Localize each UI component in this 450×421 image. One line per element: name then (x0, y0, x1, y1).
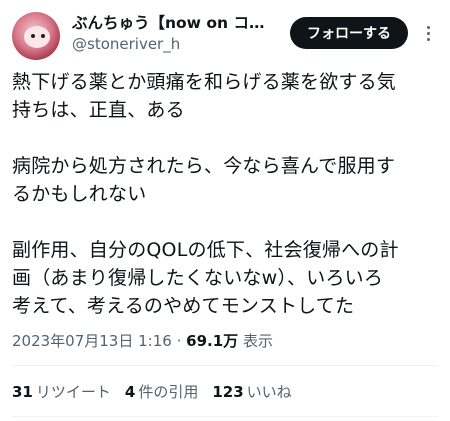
avatar-eye (31, 34, 35, 38)
follow-button[interactable]: フォローする (290, 17, 408, 49)
like-label: いいね (246, 383, 292, 401)
quotes-stat[interactable]: 4 件の引用 (125, 381, 198, 402)
likes-stat[interactable]: 123 いいね (212, 381, 291, 402)
more-options-icon[interactable] (418, 22, 438, 44)
like-count: 123 (212, 383, 244, 401)
avatar-eye (41, 34, 45, 38)
view-count-label: 表示 (242, 332, 273, 350)
meta-separator: · (176, 332, 182, 350)
tweet-paragraph: 病院から処方されたら、今なら喜んで服用す るかもしれない (12, 152, 442, 208)
timestamp[interactable]: 2023年07月13日 1:16 (12, 332, 172, 350)
avatar-face (24, 26, 50, 48)
tweet-stats: 31 リツイート 4 件の引用 123 いいね (12, 381, 292, 402)
tweet-line: 持ちは、正直、ある (12, 99, 185, 121)
user-handle[interactable]: @stoneriver_h (72, 35, 180, 53)
tweet-text: 熱下げる薬とか頭痛を和らげる薬を欲する気 持ちは、正直、ある 病院から処方された… (12, 68, 442, 320)
tweet-meta: 2023年07月13日 1:16 · 69.1万 表示 (12, 330, 273, 351)
retweets-stat[interactable]: 31 リツイート (12, 381, 111, 402)
retweet-label: リツイート (35, 383, 111, 401)
dot (426, 37, 430, 41)
quote-count: 4 (124, 383, 136, 401)
divider (12, 365, 438, 366)
tweet-line: るかもしれない (12, 183, 147, 205)
tweet-line: 熱下げる薬とか頭痛を和らげる薬を欲する気 (12, 71, 397, 93)
display-name[interactable]: ぶんちゅう【now on コ… (72, 11, 268, 33)
dot (426, 31, 430, 35)
divider (12, 416, 438, 417)
avatar[interactable] (12, 12, 60, 60)
tweet-header: ぶんちゅう【now on コ… @stoneriver_h フォローする (0, 0, 450, 68)
tweet-paragraph: 熱下げる薬とか頭痛を和らげる薬を欲する気 持ちは、正直、ある (12, 68, 442, 124)
tweet-line: 画（あまり復帰したくないなw）、いろいろ (12, 267, 384, 289)
retweet-count: 31 (12, 383, 33, 401)
tweet-paragraph: 副作用、自分のQOLの低下、社会復帰への計 画（あまり復帰したくないなw）、いろ… (12, 236, 442, 320)
quote-label: 件の引用 (138, 383, 199, 401)
tweet-line: 病院から処方されたら、今なら喜んで服用す (12, 155, 396, 177)
view-count: 69.1万 (186, 332, 239, 350)
dot (426, 25, 430, 29)
tweet-line: 副作用、自分のQOLの低下、社会復帰への計 (12, 239, 399, 261)
tweet-line: 考えて、考えるのやめてモンストしてた (12, 295, 355, 317)
